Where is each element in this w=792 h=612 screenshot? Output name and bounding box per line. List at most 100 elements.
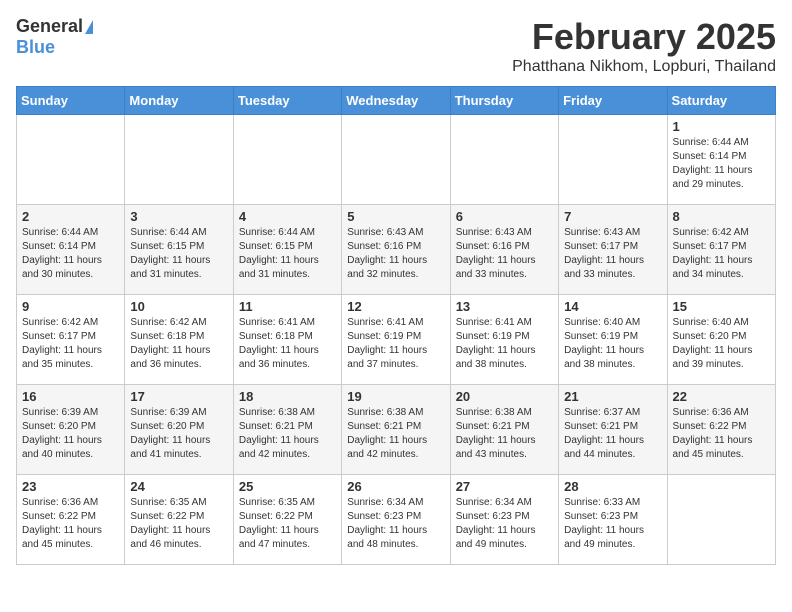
day-info: Sunrise: 6:34 AM Sunset: 6:23 PM Dayligh… bbox=[456, 496, 553, 552]
calendar-cell: 11 Sunrise: 6:41 AM Sunset: 6:18 PM Dayli… bbox=[233, 295, 341, 385]
calendar-cell: 6 Sunrise: 6:43 AM Sunset: 6:16 PM Daylig… bbox=[450, 205, 558, 295]
day-info: Sunrise: 6:42 AM Sunset: 6:17 PM Dayligh… bbox=[22, 316, 119, 372]
calendar-cell: 13 Sunrise: 6:41 AM Sunset: 6:19 PM Dayli… bbox=[450, 295, 558, 385]
day-number: 12 bbox=[347, 299, 444, 314]
calendar-cell bbox=[450, 115, 558, 205]
weekday-header-wednesday: Wednesday bbox=[342, 87, 450, 115]
calendar-cell: 10Sunrise: 6:42 AM Sunset: 6:18 PM Dayli… bbox=[125, 295, 233, 385]
calendar-cell: 22 Sunrise: 6:36 AM Sunset: 6:22 PM Dayli… bbox=[667, 385, 775, 475]
day-info: Sunrise: 6:40 AM Sunset: 6:19 PM Dayligh… bbox=[564, 316, 661, 372]
week-row-3: 9 Sunrise: 6:42 AM Sunset: 6:17 PM Daylig… bbox=[17, 295, 776, 385]
day-info: Sunrise: 6:38 AM Sunset: 6:21 PM Dayligh… bbox=[347, 406, 444, 462]
day-number: 18 bbox=[239, 389, 336, 404]
day-info: Sunrise: 6:36 AM Sunset: 6:22 PM Dayligh… bbox=[673, 406, 770, 462]
day-number: 26 bbox=[347, 479, 444, 494]
calendar-table: SundayMondayTuesdayWednesdayThursdayFrid… bbox=[16, 86, 776, 565]
day-number: 2 bbox=[22, 209, 119, 224]
day-number: 20 bbox=[456, 389, 553, 404]
title-section: February 2025 Phatthana Nikhom, Lopburi,… bbox=[512, 16, 776, 76]
day-number: 10 bbox=[130, 299, 227, 314]
calendar-cell bbox=[125, 115, 233, 205]
day-info: Sunrise: 6:35 AM Sunset: 6:22 PM Dayligh… bbox=[130, 496, 227, 552]
calendar-cell bbox=[559, 115, 667, 205]
week-row-2: 2 Sunrise: 6:44 AM Sunset: 6:14 PM Daylig… bbox=[17, 205, 776, 295]
day-info: Sunrise: 6:43 AM Sunset: 6:16 PM Dayligh… bbox=[456, 226, 553, 282]
day-info: Sunrise: 6:40 AM Sunset: 6:20 PM Dayligh… bbox=[673, 316, 770, 372]
day-info: Sunrise: 6:42 AM Sunset: 6:17 PM Dayligh… bbox=[673, 226, 770, 282]
calendar-cell: 14 Sunrise: 6:40 AM Sunset: 6:19 PM Dayli… bbox=[559, 295, 667, 385]
day-info: Sunrise: 6:35 AM Sunset: 6:22 PM Dayligh… bbox=[239, 496, 336, 552]
calendar-cell: 26Sunrise: 6:34 AM Sunset: 6:23 PM Dayli… bbox=[342, 475, 450, 565]
day-number: 3 bbox=[130, 209, 227, 224]
day-number: 9 bbox=[22, 299, 119, 314]
day-number: 22 bbox=[673, 389, 770, 404]
logo-icon bbox=[85, 20, 93, 34]
calendar-cell: 28 Sunrise: 6:33 AM Sunset: 6:23 PM Dayli… bbox=[559, 475, 667, 565]
day-info: Sunrise: 6:41 AM Sunset: 6:19 PM Dayligh… bbox=[456, 316, 553, 372]
calendar-cell: 18 Sunrise: 6:38 AM Sunset: 6:21 PM Dayli… bbox=[233, 385, 341, 475]
day-info: Sunrise: 6:44 AM Sunset: 6:15 PM Dayligh… bbox=[130, 226, 227, 282]
day-number: 28 bbox=[564, 479, 661, 494]
day-number: 24 bbox=[130, 479, 227, 494]
weekday-header-monday: Monday bbox=[125, 87, 233, 115]
day-number: 25 bbox=[239, 479, 336, 494]
calendar-cell: 16 Sunrise: 6:39 AM Sunset: 6:20 PM Dayli… bbox=[17, 385, 125, 475]
day-number: 14 bbox=[564, 299, 661, 314]
day-number: 1 bbox=[673, 119, 770, 134]
day-number: 11 bbox=[239, 299, 336, 314]
day-number: 13 bbox=[456, 299, 553, 314]
day-number: 17 bbox=[130, 389, 227, 404]
day-info: Sunrise: 6:41 AM Sunset: 6:19 PM Dayligh… bbox=[347, 316, 444, 372]
logo: General Blue bbox=[16, 16, 93, 58]
calendar-cell: 19 Sunrise: 6:38 AM Sunset: 6:21 PM Dayli… bbox=[342, 385, 450, 475]
week-row-5: 23 Sunrise: 6:36 AM Sunset: 6:22 PM Dayli… bbox=[17, 475, 776, 565]
day-number: 23 bbox=[22, 479, 119, 494]
day-number: 15 bbox=[673, 299, 770, 314]
day-info: Sunrise: 6:41 AM Sunset: 6:18 PM Dayligh… bbox=[239, 316, 336, 372]
calendar-title: February 2025 bbox=[512, 16, 776, 58]
calendar-cell: 20 Sunrise: 6:38 AM Sunset: 6:21 PM Dayli… bbox=[450, 385, 558, 475]
day-info: Sunrise: 6:36 AM Sunset: 6:22 PM Dayligh… bbox=[22, 496, 119, 552]
calendar-cell: 2 Sunrise: 6:44 AM Sunset: 6:14 PM Daylig… bbox=[17, 205, 125, 295]
day-number: 19 bbox=[347, 389, 444, 404]
week-row-4: 16 Sunrise: 6:39 AM Sunset: 6:20 PM Dayli… bbox=[17, 385, 776, 475]
day-info: Sunrise: 6:44 AM Sunset: 6:14 PM Dayligh… bbox=[22, 226, 119, 282]
calendar-cell: 24 Sunrise: 6:35 AM Sunset: 6:22 PM Dayli… bbox=[125, 475, 233, 565]
logo-blue-text: Blue bbox=[16, 37, 55, 58]
calendar-cell: 25 Sunrise: 6:35 AM Sunset: 6:22 PM Dayli… bbox=[233, 475, 341, 565]
calendar-cell: 23 Sunrise: 6:36 AM Sunset: 6:22 PM Dayli… bbox=[17, 475, 125, 565]
weekday-header-sunday: Sunday bbox=[17, 87, 125, 115]
day-info: Sunrise: 6:37 AM Sunset: 6:21 PM Dayligh… bbox=[564, 406, 661, 462]
day-number: 4 bbox=[239, 209, 336, 224]
calendar-subtitle: Phatthana Nikhom, Lopburi, Thailand bbox=[512, 58, 776, 76]
calendar-cell: 7Sunrise: 6:43 AM Sunset: 6:17 PM Daylig… bbox=[559, 205, 667, 295]
day-number: 6 bbox=[456, 209, 553, 224]
calendar-cell bbox=[667, 475, 775, 565]
calendar-cell: 3 Sunrise: 6:44 AM Sunset: 6:15 PM Daylig… bbox=[125, 205, 233, 295]
weekday-header-friday: Friday bbox=[559, 87, 667, 115]
calendar-cell: 27 Sunrise: 6:34 AM Sunset: 6:23 PM Dayli… bbox=[450, 475, 558, 565]
calendar-cell bbox=[233, 115, 341, 205]
weekday-header-row: SundayMondayTuesdayWednesdayThursdayFrid… bbox=[17, 87, 776, 115]
day-number: 21 bbox=[564, 389, 661, 404]
calendar-cell: 4 Sunrise: 6:44 AM Sunset: 6:15 PM Daylig… bbox=[233, 205, 341, 295]
weekday-header-thursday: Thursday bbox=[450, 87, 558, 115]
calendar-cell bbox=[342, 115, 450, 205]
day-info: Sunrise: 6:39 AM Sunset: 6:20 PM Dayligh… bbox=[130, 406, 227, 462]
logo-general-text: General bbox=[16, 16, 83, 37]
day-info: Sunrise: 6:43 AM Sunset: 6:16 PM Dayligh… bbox=[347, 226, 444, 282]
weekday-header-tuesday: Tuesday bbox=[233, 87, 341, 115]
day-info: Sunrise: 6:33 AM Sunset: 6:23 PM Dayligh… bbox=[564, 496, 661, 552]
day-number: 7 bbox=[564, 209, 661, 224]
day-number: 5 bbox=[347, 209, 444, 224]
calendar-cell: 12 Sunrise: 6:41 AM Sunset: 6:19 PM Dayli… bbox=[342, 295, 450, 385]
day-info: Sunrise: 6:38 AM Sunset: 6:21 PM Dayligh… bbox=[239, 406, 336, 462]
calendar-cell: 15 Sunrise: 6:40 AM Sunset: 6:20 PM Dayli… bbox=[667, 295, 775, 385]
day-info: Sunrise: 6:38 AM Sunset: 6:21 PM Dayligh… bbox=[456, 406, 553, 462]
day-number: 8 bbox=[673, 209, 770, 224]
day-number: 27 bbox=[456, 479, 553, 494]
day-number: 16 bbox=[22, 389, 119, 404]
day-info: Sunrise: 6:44 AM Sunset: 6:14 PM Dayligh… bbox=[673, 136, 770, 192]
day-info: Sunrise: 6:39 AM Sunset: 6:20 PM Dayligh… bbox=[22, 406, 119, 462]
day-info: Sunrise: 6:44 AM Sunset: 6:15 PM Dayligh… bbox=[239, 226, 336, 282]
